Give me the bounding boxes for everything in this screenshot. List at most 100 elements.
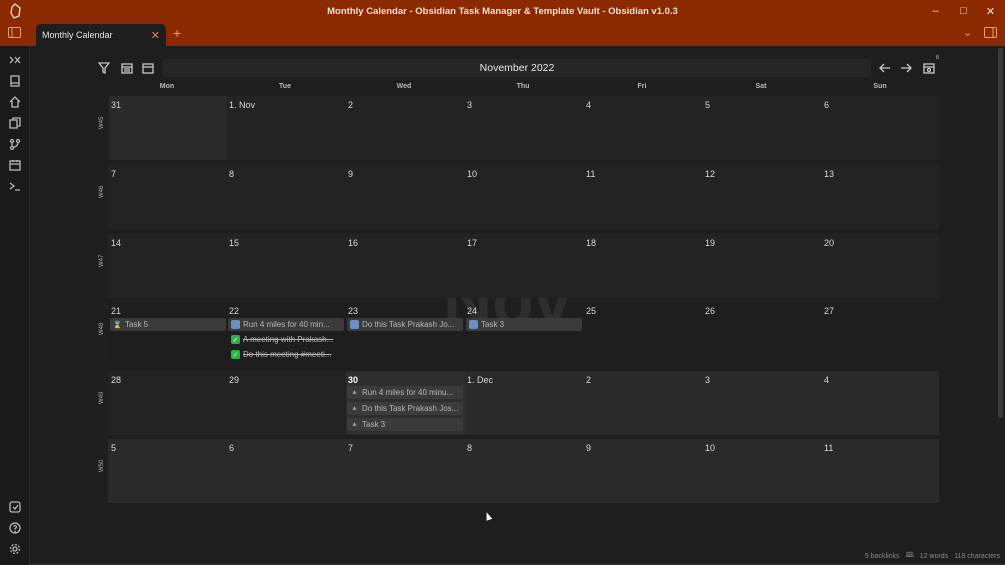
filter-icon[interactable] [95, 59, 113, 77]
calendar-icon[interactable] [8, 158, 21, 171]
backlinks-count[interactable]: 5 backlinks [865, 553, 900, 560]
week-number[interactable]: W46 [95, 165, 108, 229]
graph-icon[interactable] [8, 137, 21, 150]
day-cell[interactable]: 16 [346, 234, 465, 298]
tab-monthly-calendar[interactable]: Monthly Calendar ✕ [36, 24, 166, 46]
arrow-right-icon[interactable] [897, 59, 915, 77]
chevron-down-icon[interactable]: ⌄ [963, 26, 972, 39]
day-cell[interactable]: 21 ⌛ Task 5 [109, 302, 227, 366]
day-cell[interactable]: 9 [346, 165, 465, 229]
day-cell[interactable]: 24 Task 3 [465, 302, 584, 366]
task-item[interactable]: ▲ Task 3 [347, 418, 463, 431]
task-item[interactable]: ⌛ Task 5 [110, 318, 226, 331]
day-cell[interactable]: 3 [465, 96, 584, 160]
day-cell[interactable]: 23 Do this Task Prakash Jo... [346, 302, 465, 366]
day-number: 4 [586, 100, 592, 110]
day-cell[interactable]: 2 [584, 371, 703, 435]
task-item[interactable]: Run 4 miles for 40 min... [228, 318, 344, 331]
week-number[interactable]: W48 [95, 302, 108, 366]
day-cell[interactable]: 2 [346, 96, 465, 160]
scrollbar[interactable] [998, 48, 1003, 418]
day-cell[interactable]: 8 [227, 165, 346, 229]
day-cell[interactable]: 13 [822, 165, 939, 229]
day-cell[interactable]: 10 [703, 439, 822, 503]
calendar-task-icon [469, 320, 478, 329]
week-number[interactable]: W45 [95, 96, 108, 160]
day-number: 5 [111, 443, 117, 453]
day-cell[interactable]: 4 [822, 371, 939, 435]
day-cell[interactable]: 7 [346, 439, 465, 503]
sidebar-toggle-right-icon[interactable] [984, 27, 997, 41]
sidebar-toggle-left-icon[interactable] [8, 27, 21, 41]
calendar-month-view-icon[interactable] [118, 59, 136, 77]
week-number[interactable]: W50 [95, 439, 108, 503]
close-window-button[interactable]: ✕ [977, 0, 1004, 22]
new-tab-icon[interactable]: + [173, 25, 181, 41]
task-item[interactable]: ✓ Do this meeting #meeti... [228, 348, 344, 361]
day-cell[interactable]: 25 [584, 302, 703, 366]
day-cell[interactable]: 18 [584, 234, 703, 298]
week-number[interactable]: W47 [95, 234, 108, 298]
reading-view-icon[interactable]: 🕮 [906, 551, 914, 562]
arrow-left-icon[interactable] [876, 59, 894, 77]
day-cell[interactable]: 12 [703, 165, 822, 229]
day-cell[interactable]: 31 [109, 96, 227, 160]
home-icon[interactable] [8, 95, 21, 108]
day-cell[interactable]: 14 [109, 234, 227, 298]
week-row: W47 14 15 16 17 18 19 20 [95, 234, 939, 298]
day-cell[interactable]: 28 [109, 371, 227, 435]
maximize-button[interactable]: □ [950, 0, 977, 22]
window-title: Monthly Calendar - Obsidian Task Manager… [327, 5, 678, 17]
task-item[interactable]: ▲ Run 4 miles for 40 minu... [347, 386, 463, 399]
day-cell[interactable]: 26 [703, 302, 822, 366]
task-item[interactable]: Do this Task Prakash Jo... [347, 318, 463, 331]
copy-icon[interactable] [8, 116, 21, 129]
calendar-today-icon[interactable] [920, 59, 938, 77]
day-header-sat: Sat [755, 83, 767, 90]
task-item[interactable]: ✓ A meeting with Prakash... [228, 333, 344, 346]
task-item[interactable]: ▲ Do this Task Prakash Jos... [347, 402, 463, 415]
day-number: 3 [705, 375, 711, 385]
day-cell[interactable]: 6 [227, 439, 346, 503]
close-tab-icon[interactable]: ✕ [151, 29, 160, 42]
minimize-button[interactable]: – [922, 0, 949, 22]
calendar-week-view-icon[interactable] [139, 59, 157, 77]
day-cell[interactable]: 11 [584, 165, 703, 229]
day-cell[interactable]: 20 [822, 234, 939, 298]
day-cell[interactable]: 17 [465, 234, 584, 298]
vault-icon[interactable] [8, 500, 21, 513]
day-cell[interactable]: 8 [465, 439, 584, 503]
day-cell[interactable]: 15 [227, 234, 346, 298]
command-icon[interactable] [8, 53, 21, 66]
day-cell[interactable]: 6 [822, 96, 939, 160]
day-cell[interactable]: 11 [822, 439, 939, 503]
day-cell[interactable]: 4 [584, 96, 703, 160]
day-cell[interactable]: 29 [227, 371, 346, 435]
day-cell[interactable]: 1. Dec [465, 371, 584, 435]
task-item[interactable]: Task 3 [466, 318, 582, 331]
day-number: 28 [111, 375, 122, 385]
checkbox-checked-icon[interactable]: ✓ [231, 335, 240, 344]
day-number: 17 [467, 238, 478, 248]
notebook-icon[interactable] [8, 74, 21, 87]
day-cell[interactable]: 5 [109, 439, 227, 503]
day-cell[interactable]: 1. Nov [227, 96, 346, 160]
day-cell[interactable]: 3 [703, 371, 822, 435]
day-number: 31 [111, 100, 122, 110]
day-cell-today[interactable]: 30 ▲ Run 4 miles for 40 minu... ▲ Do this … [346, 371, 465, 435]
day-cell[interactable]: 5 [703, 96, 822, 160]
day-header-wed: Wed [396, 83, 412, 90]
settings-gear-icon[interactable] [8, 542, 21, 555]
day-cell[interactable]: 19 [703, 234, 822, 298]
day-number: 8 [229, 169, 235, 179]
week-number[interactable]: W49 [95, 371, 108, 435]
day-cell[interactable]: 7 [109, 165, 227, 229]
checkbox-checked-icon[interactable]: ✓ [231, 350, 240, 359]
day-cell[interactable]: 27 [822, 302, 939, 366]
day-cell[interactable]: 22 Run 4 miles for 40 min... ✓ A meeting … [227, 302, 346, 366]
day-header-mon: Mon [159, 83, 175, 90]
help-icon[interactable] [8, 521, 21, 534]
day-cell[interactable]: 9 [584, 439, 703, 503]
terminal-icon[interactable] [8, 179, 21, 192]
day-cell[interactable]: 10 [465, 165, 584, 229]
